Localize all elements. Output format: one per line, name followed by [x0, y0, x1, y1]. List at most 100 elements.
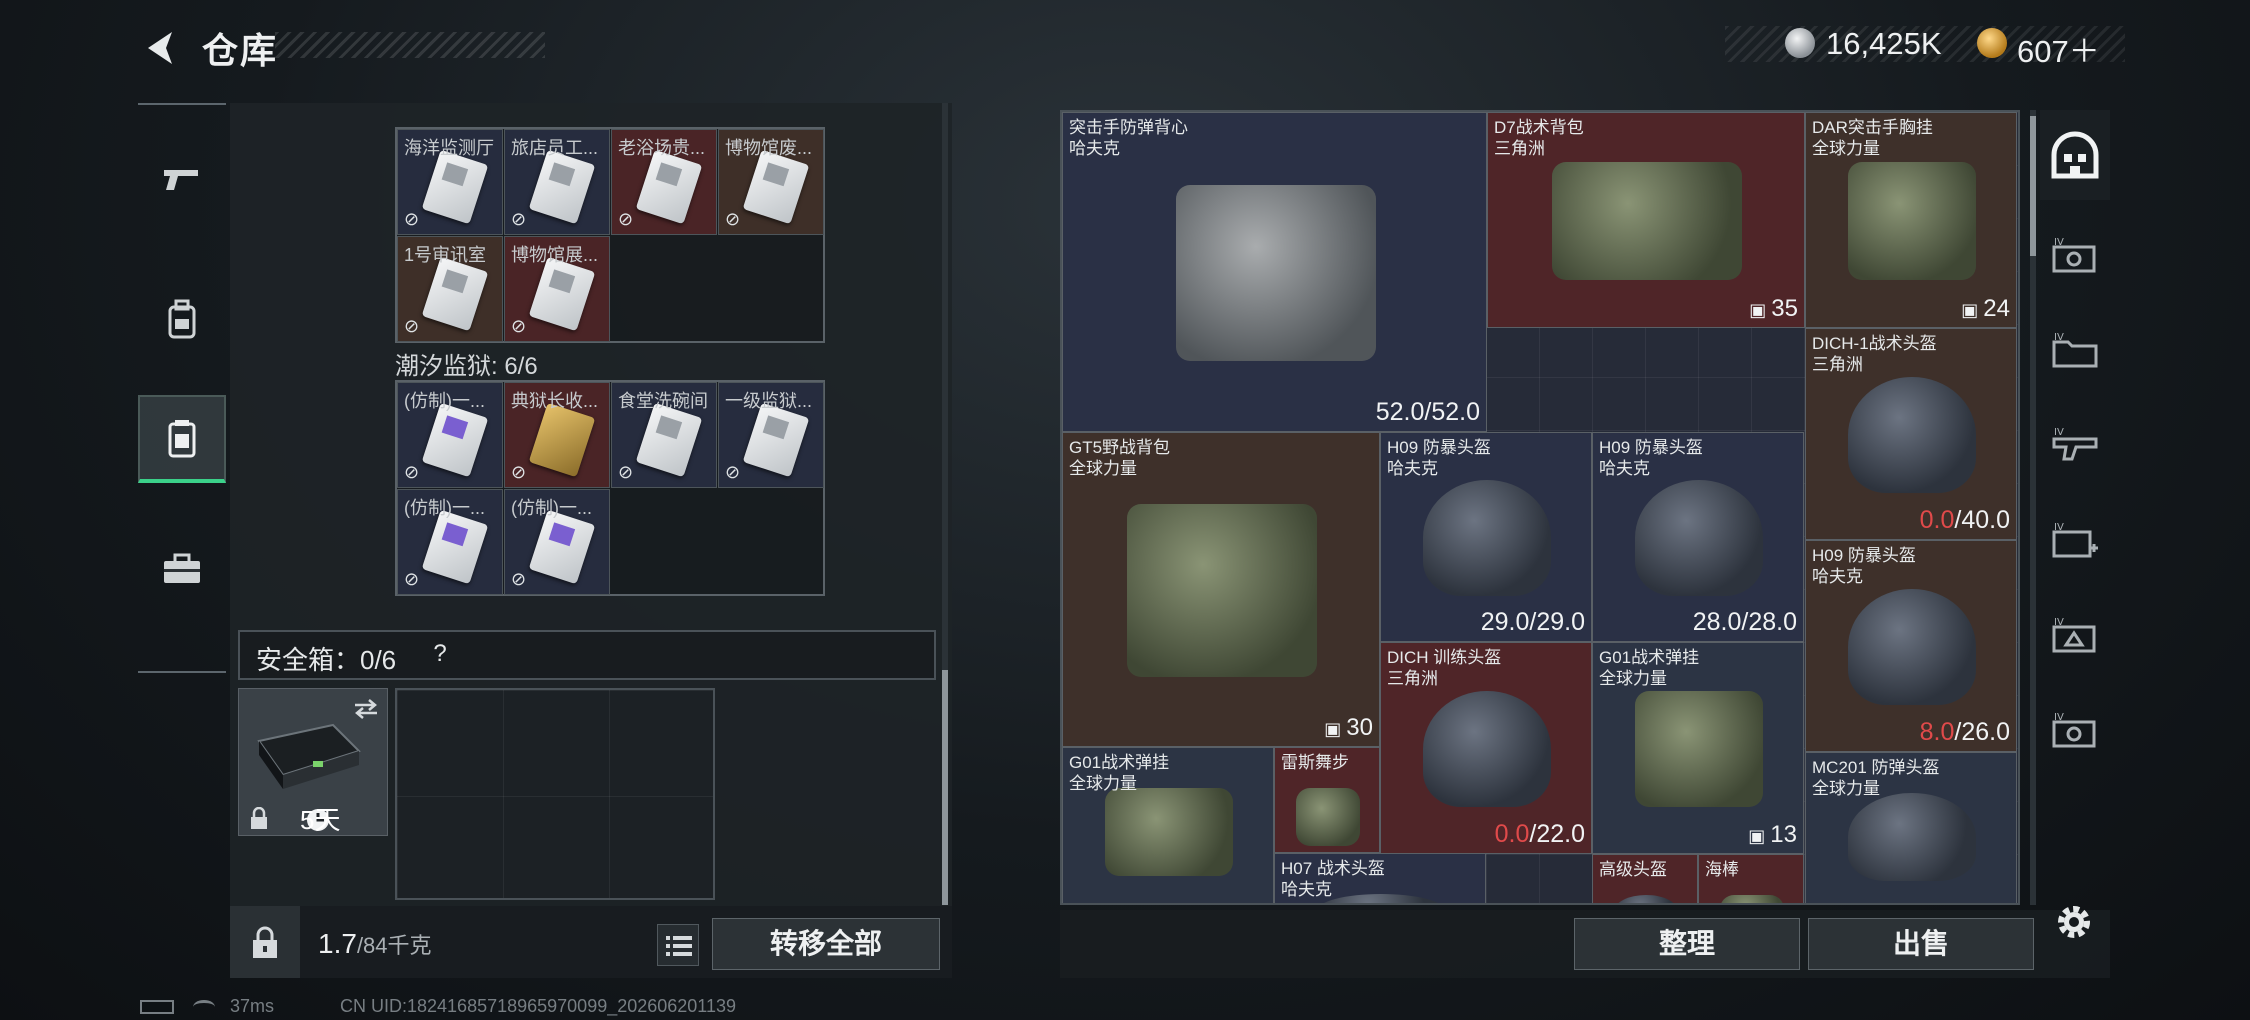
no-search-icon: ⊘: [404, 569, 420, 589]
collection-card[interactable]: (仿制)一... ⊘: [397, 382, 503, 488]
capacity-value: 35: [1771, 295, 1798, 322]
item-title: MC201 防弹头盔: [1812, 758, 1940, 777]
svg-text:IV: IV: [2054, 712, 2064, 723]
stash-item[interactable]: H09 防暴头盔 哈夫克 29.0/29.0: [1380, 432, 1592, 642]
collection-card[interactable]: 典狱长收... ⊘: [504, 382, 610, 488]
item-title: H07 战术头盔: [1281, 859, 1385, 878]
collection-card[interactable]: (仿制)一... ⊘: [504, 489, 610, 595]
storage-icon: [168, 420, 196, 458]
stash-item[interactable]: DICH-1战术头盔 三角洲 0.0/40.0: [1805, 328, 2017, 540]
swap-icon[interactable]: [351, 697, 381, 721]
gold-amount[interactable]: 607＋: [2017, 26, 2100, 71]
collection-card[interactable]: 旅店员工... ⊘: [504, 129, 610, 235]
no-search-icon: ⊘: [725, 462, 741, 482]
no-search-icon: ⊘: [725, 209, 741, 229]
item-name: DICH 训练头盔 三角洲: [1387, 647, 1501, 689]
stash-tab-5[interactable]: IV: [2040, 590, 2110, 680]
collection-card[interactable]: 老浴场贵... ⊘: [611, 129, 717, 235]
stash-weapon-icon: IV: [2052, 427, 2098, 461]
item-title: H09 防暴头盔: [1599, 438, 1703, 457]
stash-item[interactable]: 突击手防弹背心 哈夫克 52.0/52.0: [1062, 112, 1487, 432]
stash-item[interactable]: G01战术弹挂 全球力量 ▣ 13: [1592, 642, 1804, 854]
svg-text:IV: IV: [2054, 427, 2064, 438]
stash-tab-2[interactable]: IV: [2040, 305, 2110, 395]
card-label: 典狱长收...: [511, 391, 599, 411]
stash-tab-all[interactable]: [2040, 110, 2110, 200]
stash-item[interactable]: G01战术弹挂 全球力量: [1062, 747, 1274, 903]
weight-value: 1.7: [318, 928, 357, 959]
stash-tab-1[interactable]: IV: [2040, 210, 2110, 300]
title-decoration: [275, 32, 545, 58]
stash-item[interactable]: H09 防暴头盔 哈夫克 28.0/28.0: [1592, 432, 1804, 642]
item-name: H09 防暴头盔 哈夫克: [1599, 437, 1703, 479]
stash-scrollbar-thumb[interactable]: [2030, 116, 2036, 256]
durability-max: /40.0: [1954, 506, 2010, 534]
stash-tab-6[interactable]: IV: [2040, 685, 2110, 775]
stash-item[interactable]: 雷斯舞步: [1274, 747, 1380, 853]
access-card-icon: [528, 256, 596, 332]
sell-button[interactable]: 出售: [1808, 918, 2034, 970]
left-scrollbar-thumb[interactable]: [942, 670, 948, 905]
item-capacity: ▣ 30: [1324, 714, 1373, 742]
nav-items[interactable]: [138, 525, 226, 613]
card-label: 一级监狱...: [725, 391, 813, 411]
svg-text:IV: IV: [2054, 237, 2064, 248]
safe-box-grid[interactable]: [395, 688, 715, 900]
item-title: H09 防暴头盔: [1812, 546, 1916, 565]
sort-button[interactable]: 整理: [1574, 918, 1800, 970]
access-card-icon: [635, 402, 703, 478]
svg-text:IV: IV: [2054, 522, 2064, 533]
stash-item[interactable]: H09 防暴头盔 哈夫克 8.0/26.0: [1805, 540, 2017, 752]
item-capacity: ▣ 24: [1961, 295, 2010, 323]
collection-card[interactable]: 食堂洗碗间 ⊘: [611, 382, 717, 488]
card-label: 海洋监测厅: [404, 138, 494, 158]
collection-card[interactable]: 1号审讯室 ⊘: [397, 236, 503, 342]
help-icon[interactable]: ?: [425, 640, 455, 670]
collection-card[interactable]: 博物馆废... ⊘: [718, 129, 824, 235]
capacity-value: 30: [1346, 714, 1373, 741]
stash-item[interactable]: D7战术背包 三角洲 ▣ 35: [1487, 112, 1805, 328]
collection-card[interactable]: 一级监狱... ⊘: [718, 382, 824, 488]
item-name: H09 防暴头盔 哈夫克: [1387, 437, 1491, 479]
padlock-icon: [253, 926, 277, 958]
item-maker: 三角洲: [1494, 139, 1545, 158]
item-image: [1423, 690, 1551, 808]
stash-item[interactable]: 海棒: [1698, 854, 1804, 903]
item-maker: 哈夫克: [1069, 139, 1120, 158]
transfer-all-button[interactable]: 转移全部: [712, 918, 940, 970]
collection-card[interactable]: 博物馆展... ⊘: [504, 236, 610, 342]
stash-item[interactable]: DAR突击手胸挂 全球力量 ▣ 24: [1805, 112, 2017, 328]
no-search-icon: ⊘: [404, 462, 420, 482]
stash-item[interactable]: 高级头盔: [1592, 854, 1698, 903]
collection-card[interactable]: (仿制)一... ⊘: [397, 489, 503, 595]
stash-grid[interactable]: 突击手防弹背心 哈夫克 52.0/52.0 D7战术背包 三角洲 ▣ 35 DAR突击手胸挂…: [1060, 110, 2020, 905]
stash-item[interactable]: H07 战术头盔 哈夫克: [1274, 853, 1486, 903]
access-card-icon: [742, 402, 810, 478]
item-maker: 哈夫克: [1599, 459, 1650, 478]
stash-tab-3[interactable]: IV: [2040, 400, 2110, 490]
lock-button[interactable]: [230, 906, 300, 978]
access-card-icon: [635, 149, 703, 225]
card-label: 博物馆展...: [511, 245, 599, 265]
pistol-icon: [164, 170, 198, 190]
nav-storage[interactable]: [138, 395, 226, 483]
money-amount[interactable]: 16,425K: [1826, 26, 1942, 62]
nav-equipment[interactable]: [138, 275, 226, 363]
stash-item[interactable]: DICH 训练头盔 三角洲 0.0/22.0: [1380, 642, 1592, 854]
stash-medkit-icon: IV: [2052, 522, 2098, 558]
card-label: (仿制)一...: [404, 498, 485, 518]
settings-gear-icon[interactable]: [2052, 900, 2096, 944]
item-maker: 哈夫克: [1281, 880, 1332, 899]
access-card-icon: [528, 149, 596, 225]
item-image: [1126, 503, 1318, 678]
item-title: DICH 训练头盔: [1387, 648, 1502, 667]
stash-item[interactable]: GT5野战背包 全球力量 ▣ 30: [1062, 432, 1380, 747]
carry-weight: 1.7/84千克: [318, 928, 432, 960]
nav-weapons[interactable]: [138, 135, 226, 223]
list-view-button[interactable]: [657, 924, 699, 966]
item-name: G01战术弹挂 全球力量: [1599, 647, 1699, 689]
stash-item[interactable]: MC201 防弹头盔 全球力量: [1805, 752, 2017, 903]
collection-card[interactable]: 海洋监测厅 ⊘: [397, 129, 503, 235]
stash-tab-4[interactable]: IV: [2040, 495, 2110, 585]
back-icon[interactable]: [140, 28, 180, 68]
